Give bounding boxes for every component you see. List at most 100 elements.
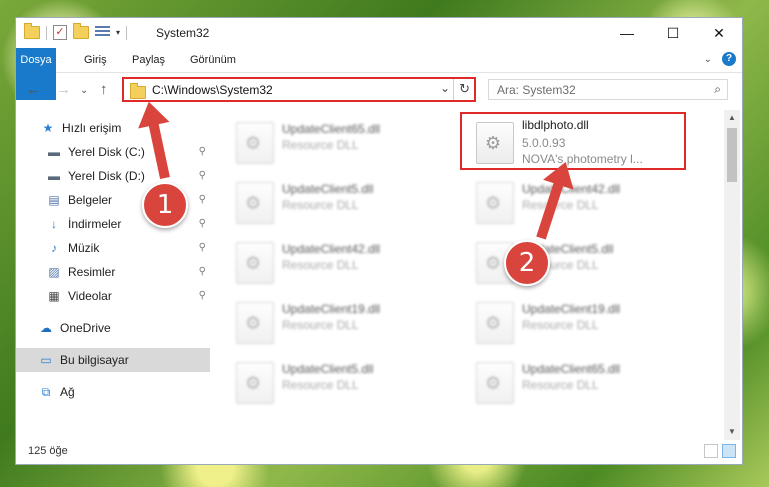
sidebar-item-label: Belgeler: [68, 193, 113, 207]
sidebar-item-label: Resimler: [68, 265, 116, 279]
folder-icon[interactable]: [24, 23, 40, 39]
new-folder-icon[interactable]: [73, 23, 89, 39]
dll-file-icon: [476, 122, 514, 164]
file-item[interactable]: UpdateClient5.dll Resource DLL: [224, 176, 454, 228]
pictures-icon: ▨: [48, 265, 60, 279]
music-note-icon: ♪: [51, 241, 57, 255]
dll-file-icon: [236, 122, 274, 164]
sidebar-item-local-disk-c[interactable]: ▬ Yerel Disk (C:) ⚲: [16, 140, 210, 164]
tab-share[interactable]: Paylaş: [122, 48, 175, 72]
sidebar-item-quick-access[interactable]: ★ Hızlı erişim: [16, 116, 210, 140]
vertical-scrollbar[interactable]: ▲ ▼: [724, 110, 740, 440]
properties-check-icon[interactable]: ✓: [53, 25, 67, 40]
sidebar-item-label: Ağ: [60, 385, 75, 399]
sidebar-item-network[interactable]: ⧉ Ağ: [16, 380, 210, 404]
file-item[interactable]: UpdateClient42.dll Resource DLL: [224, 236, 454, 288]
file-type: Resource DLL: [282, 318, 359, 332]
video-icon: ▦: [48, 289, 60, 303]
file-list: UpdateClient65.dll Resource DLL libdlpho…: [224, 110, 718, 438]
window-title: System32: [156, 26, 210, 40]
scroll-thumb[interactable]: [727, 128, 737, 182]
file-type: Resource DLL: [522, 318, 599, 332]
forward-button[interactable]: →: [56, 81, 71, 98]
up-button[interactable]: ↑: [100, 81, 108, 98]
drive-icon: ▬: [48, 169, 60, 183]
file-name: UpdateClient65.dll: [522, 362, 621, 376]
navigation-bar: ← → ⌄ ↑ C:\Windows\System32 ⌄ ↻ Ara: Sys…: [16, 73, 742, 107]
file-item[interactable]: UpdateClient42.dll Resource DLL: [464, 176, 694, 228]
quick-access-toolbar: ✓ ▾: [24, 23, 128, 40]
sidebar-item-label: OneDrive: [60, 321, 111, 335]
file-item[interactable]: UpdateClient5.dll Resource DLL: [464, 236, 694, 288]
minimize-button[interactable]: —: [604, 18, 650, 48]
file-type: Resource DLL: [282, 378, 359, 392]
pin-icon[interactable]: ⚲: [199, 194, 206, 205]
computer-icon: ▭: [40, 353, 52, 367]
details-view-icon[interactable]: [704, 444, 718, 458]
scroll-down-arrow-icon[interactable]: ▼: [724, 424, 740, 440]
file-name: UpdateClient19.dll: [282, 302, 381, 316]
file-type: Resource DLL: [282, 198, 359, 212]
documents-icon: ▤: [48, 193, 60, 207]
file-item[interactable]: UpdateClient65.dll Resource DLL: [224, 116, 454, 168]
file-name: UpdateClient65.dll: [282, 122, 381, 136]
file-version: 5.0.0.93: [522, 136, 566, 150]
title-bar: ✓ ▾ System32 — ☐ ✕: [16, 18, 742, 48]
dll-file-icon: [236, 302, 274, 344]
address-history-chevron-icon[interactable]: ⌄: [440, 81, 450, 95]
step-badge-2: 2: [504, 240, 550, 286]
file-explorer-window: ✓ ▾ System32 — ☐ ✕ Dosya Giriş Paylaş Gö…: [16, 18, 742, 464]
close-button[interactable]: ✕: [696, 18, 742, 48]
scroll-up-arrow-icon[interactable]: ▲: [724, 110, 740, 126]
recent-locations-chevron-icon[interactable]: ⌄: [80, 85, 88, 96]
properties-icon[interactable]: [95, 26, 110, 39]
tab-home[interactable]: Giriş: [74, 48, 117, 72]
sidebar-item-this-pc[interactable]: ▭ Bu bilgisayar: [16, 348, 210, 372]
pin-icon[interactable]: ⚲: [199, 242, 206, 253]
tiles-view-icon[interactable]: [722, 444, 736, 458]
maximize-button[interactable]: ☐: [650, 18, 696, 48]
dll-file-icon: [236, 362, 274, 404]
file-item[interactable]: UpdateClient5.dll Resource DLL: [224, 356, 454, 408]
pin-icon[interactable]: ⚲: [199, 290, 206, 301]
sidebar-item-local-disk-d[interactable]: ▬ Yerel Disk (D:) ⚲: [16, 164, 210, 188]
file-type: Resource DLL: [522, 198, 599, 212]
pin-icon[interactable]: ⚲: [199, 218, 206, 229]
navigation-pane: ★ Hızlı erişim ▬ Yerel Disk (C:) ⚲ ▬ Yer…: [16, 110, 210, 440]
search-icon[interactable]: ⌕: [714, 82, 721, 97]
sidebar-item-pictures[interactable]: ▨ Resimler ⚲: [16, 260, 210, 284]
cloud-icon: ☁: [40, 321, 52, 335]
sidebar-item-label: Yerel Disk (D:): [68, 169, 145, 183]
network-icon: ⧉: [41, 385, 51, 399]
file-name: UpdateClient5.dll: [282, 182, 374, 196]
back-button[interactable]: ←: [26, 81, 41, 98]
step-badge-1: 1: [142, 182, 188, 228]
refresh-icon[interactable]: ↻: [459, 81, 470, 97]
pin-icon[interactable]: ⚲: [199, 266, 206, 277]
help-icon[interactable]: ?: [722, 52, 736, 66]
file-item-highlighted[interactable]: libdlphoto.dll 5.0.0.93 NOVA's photometr…: [460, 112, 694, 170]
pin-icon[interactable]: ⚲: [199, 146, 206, 157]
file-name: UpdateClient5.dll: [282, 362, 374, 376]
search-placeholder: Ara: System32: [497, 83, 576, 97]
expand-ribbon-chevron-icon[interactable]: ⌄: [704, 54, 712, 65]
dll-file-icon: [476, 362, 514, 404]
tab-view[interactable]: Görünüm: [180, 48, 246, 72]
sidebar-item-music[interactable]: ♪ Müzik ⚲: [16, 236, 210, 260]
file-item[interactable]: UpdateClient19.dll Resource DLL: [464, 296, 694, 348]
sidebar-item-label: İndirmeler: [68, 217, 122, 231]
sidebar-item-videos[interactable]: ▦ Videolar ⚲: [16, 284, 210, 308]
file-description: NOVA's photometry l...: [522, 152, 643, 166]
address-path[interactable]: C:\Windows\System32: [152, 83, 273, 97]
address-bar[interactable]: C:\Windows\System32 ⌄ ↻: [122, 77, 476, 102]
file-name: UpdateClient42.dll: [282, 242, 381, 256]
toolbar-divider: [126, 25, 128, 40]
sidebar-item-label: Hızlı erişim: [62, 121, 122, 135]
file-item[interactable]: UpdateClient65.dll Resource DLL: [464, 356, 694, 408]
file-item[interactable]: UpdateClient19.dll Resource DLL: [224, 296, 454, 348]
sidebar-item-label: Bu bilgisayar: [60, 353, 129, 367]
search-input[interactable]: Ara: System32 ⌕: [488, 79, 728, 100]
pin-icon[interactable]: ⚲: [199, 170, 206, 181]
sidebar-item-onedrive[interactable]: ☁ OneDrive: [16, 316, 210, 340]
customize-toolbar-chevron-icon[interactable]: ▾: [116, 28, 120, 37]
